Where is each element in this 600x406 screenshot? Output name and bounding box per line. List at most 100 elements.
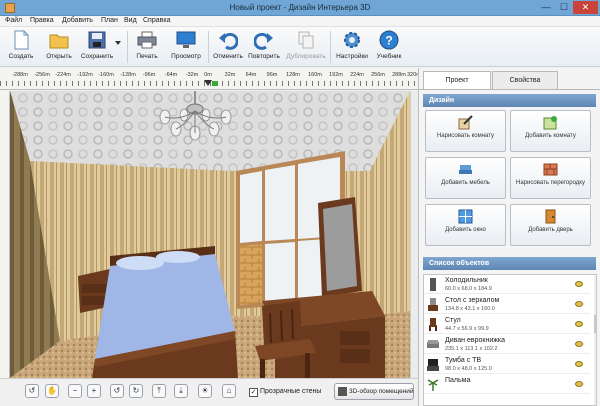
object-name: Пальма bbox=[445, 377, 471, 384]
zoom-out-button[interactable]: − bbox=[68, 384, 82, 398]
3d-viewport[interactable] bbox=[0, 91, 418, 378]
ruler-tick: 256m bbox=[371, 72, 385, 78]
create-button[interactable]: Создать bbox=[6, 29, 36, 65]
open-button[interactable]: Открыть bbox=[44, 29, 74, 65]
palm-icon bbox=[427, 379, 439, 391]
settings-button[interactable]: Настройки bbox=[334, 29, 370, 65]
add-furniture-label: Добавить мебель bbox=[441, 180, 490, 186]
close-button[interactable]: ✕ bbox=[573, 1, 598, 14]
visibility-eye-icon[interactable] bbox=[575, 281, 583, 287]
transparent-walls-label: Прозрачные стены bbox=[260, 388, 322, 395]
horizontal-ruler[interactable]: -288m -256m -224m -192m -160m -128m -96m… bbox=[0, 68, 421, 90]
draw-room-label: Нарисовать комнату bbox=[436, 133, 495, 139]
title-bar: Новый проект - Дизайн Интерьера 3D — ☐ ✕ bbox=[0, 0, 600, 16]
home-icon[interactable]: ⌂ bbox=[222, 384, 236, 398]
lightbulb-icon[interactable]: ☀ bbox=[198, 384, 212, 398]
ruler-tick: 96m bbox=[266, 72, 278, 78]
add-door-label: Добавить дверь bbox=[528, 227, 573, 233]
add-furniture-button[interactable]: Добавить мебель bbox=[425, 157, 506, 199]
save-label: Сохранить bbox=[80, 53, 114, 60]
add-door-button[interactable]: Добавить дверь bbox=[510, 204, 591, 246]
object-list[interactable]: Холодильник 60.0 x 68.0 x 184.9 Стол с з… bbox=[423, 274, 597, 406]
viewport-scrollbar[interactable] bbox=[410, 91, 418, 378]
tv-stand-icon bbox=[427, 359, 439, 371]
partition-icon bbox=[543, 163, 557, 176]
tab-properties[interactable]: Свойства bbox=[492, 71, 558, 89]
ruler-tick: -32m bbox=[185, 72, 199, 78]
tilt-down-button[interactable]: ⤓ bbox=[174, 384, 188, 398]
rotate-left-button[interactable]: ↺ bbox=[110, 384, 124, 398]
add-window-button[interactable]: Добавить окно bbox=[425, 204, 506, 246]
list-item[interactable]: Тумба с ТВ 98.0 x 48.0 x 125.0 bbox=[424, 355, 590, 374]
ruler-tick: 64m bbox=[245, 72, 257, 78]
list-item[interactable]: Холодильник 60.0 x 68.0 x 184.9 bbox=[424, 275, 590, 294]
minimize-button[interactable]: — bbox=[537, 1, 555, 14]
ruler-tick: 128m bbox=[286, 72, 300, 78]
menu-help[interactable]: Справка bbox=[143, 17, 170, 24]
menu-file[interactable]: Файл bbox=[5, 17, 22, 24]
object-dims: 60.0 x 68.0 x 184.9 bbox=[445, 286, 492, 292]
toolbar: Создать Открыть Сохранить Печать Просмот… bbox=[0, 27, 600, 67]
design-section-header: Дизайн bbox=[423, 94, 596, 107]
pan-hand-icon[interactable]: ✋ bbox=[45, 384, 59, 398]
undo-button[interactable]: Отменить bbox=[212, 29, 244, 65]
folder-icon bbox=[49, 34, 69, 49]
print-button[interactable]: Печать bbox=[132, 29, 162, 65]
save-button[interactable]: Сохранить bbox=[80, 29, 114, 65]
redo-button[interactable]: Повторить bbox=[247, 29, 281, 65]
save-dropdown[interactable] bbox=[115, 29, 123, 65]
ruler-tick: 288m bbox=[392, 72, 406, 78]
list-item[interactable]: Пальма bbox=[424, 375, 590, 394]
object-list-scrollbar[interactable] bbox=[594, 275, 596, 405]
scrollbar-thumb[interactable] bbox=[594, 315, 596, 333]
tutorial-button[interactable]: ? Учебник bbox=[374, 29, 404, 65]
visibility-eye-icon[interactable] bbox=[575, 341, 583, 347]
ruler-camera-marker[interactable] bbox=[212, 81, 218, 86]
redo-icon bbox=[254, 32, 273, 50]
transparent-walls-checkbox[interactable]: ✓ bbox=[249, 388, 258, 397]
reset-view-button[interactable]: ↺ bbox=[25, 384, 39, 398]
visibility-eye-icon[interactable] bbox=[575, 381, 583, 387]
tab-project[interactable]: Проект bbox=[423, 71, 491, 90]
gear-icon bbox=[344, 32, 360, 48]
3d-overview-button[interactable]: 3D-обзор помещений bbox=[334, 383, 414, 400]
list-item[interactable]: Диван еврокнижка 235.1 x 113.1 x 102.2 bbox=[424, 335, 590, 354]
draw-room-button[interactable]: Нарисовать комнату bbox=[425, 110, 506, 152]
list-item[interactable]: Стул 44.7 x 56.9 x 99.9 bbox=[424, 315, 590, 334]
ruler-position-marker[interactable] bbox=[204, 80, 212, 86]
mirror-table-icon bbox=[428, 298, 438, 311]
chair-icon bbox=[429, 318, 437, 331]
zoom-in-button[interactable]: + bbox=[87, 384, 101, 398]
duplicate-button[interactable]: Дублировать bbox=[286, 29, 326, 65]
ruler-tick: 192m bbox=[329, 72, 343, 78]
menu-edit[interactable]: Правка bbox=[30, 17, 54, 24]
object-dims: 235.1 x 113.1 x 102.2 bbox=[445, 346, 498, 352]
duplicate-icon bbox=[298, 31, 314, 49]
menu-add[interactable]: Добавить bbox=[62, 17, 93, 24]
add-window-label: Добавить окно bbox=[445, 227, 486, 233]
rotate-right-button[interactable]: ↻ bbox=[129, 384, 143, 398]
visibility-eye-icon[interactable] bbox=[575, 321, 583, 327]
visibility-eye-icon[interactable] bbox=[575, 301, 583, 307]
ruler-tick: -192m bbox=[77, 72, 93, 78]
menu-plan[interactable]: План bbox=[101, 17, 118, 24]
maximize-button[interactable]: ☐ bbox=[555, 1, 573, 14]
add-room-button[interactable]: Добавить комнату bbox=[510, 110, 591, 152]
floppy-disk-icon bbox=[88, 31, 106, 49]
draw-partition-button[interactable]: Нарисовать перегородку bbox=[510, 157, 591, 199]
draw-partition-label: Нарисовать перегородку bbox=[515, 180, 586, 186]
tilt-up-button[interactable]: ⤒ bbox=[152, 384, 166, 398]
ruler-tick: -160m bbox=[98, 72, 114, 78]
window-title: Новый проект - Дизайн Интерьера 3D bbox=[229, 3, 371, 12]
object-name: Холодильник bbox=[445, 277, 488, 284]
list-item[interactable]: Стол с зеркалом 134.8 x 43.1 x 160.0 bbox=[424, 295, 590, 314]
print-label: Печать bbox=[136, 53, 158, 60]
preview-label: Просмотр bbox=[171, 53, 201, 60]
ruler-tick: -64m bbox=[164, 72, 178, 78]
sofa-icon bbox=[427, 340, 439, 348]
visibility-eye-icon[interactable] bbox=[575, 361, 583, 367]
object-name: Стул bbox=[445, 317, 461, 324]
ruler-tick: 32m bbox=[224, 72, 236, 78]
menu-view[interactable]: Вид bbox=[124, 17, 137, 24]
preview-button[interactable]: Просмотр bbox=[169, 29, 203, 65]
